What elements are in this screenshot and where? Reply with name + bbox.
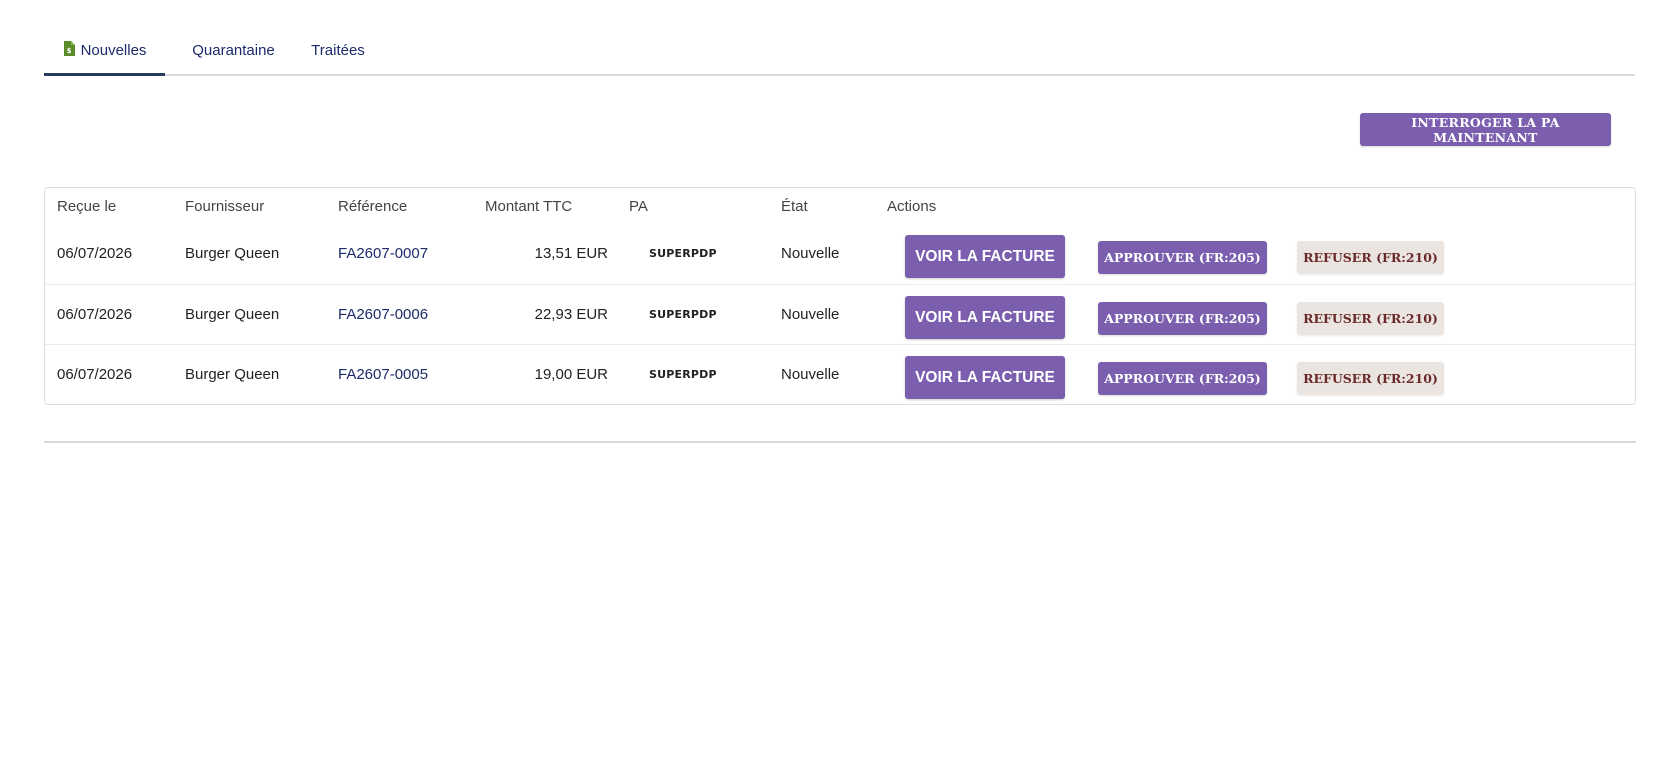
header-received: Reçue le [57,198,117,215]
approve-button[interactable]: APPROUVER (FR:205) [1098,362,1267,395]
invoice-reference-link[interactable]: FA2607-0006 [338,285,428,345]
cell-supplier: Burger Queen [185,366,280,383]
table-row: 06/07/2026 Burger Queen FA2607-0007 13,5… [45,224,1635,284]
header-actions: Actions [887,198,937,215]
header-state: État [781,198,808,215]
section-divider [44,441,1636,443]
refuse-button[interactable]: REFUSER (FR:210) [1297,302,1444,335]
header-pa: PA [629,198,648,215]
tab-label: Quarantaine [192,42,275,59]
header-reference: Référence [338,198,408,215]
header-supplier: Fournisseur [185,198,265,215]
refuse-button[interactable]: REFUSER (FR:210) [1297,362,1444,395]
cell-pa: SUPERPDP [649,368,717,381]
svg-text:$: $ [66,47,71,55]
cell-supplier: Burger Queen [185,306,280,323]
invoice-icon: $ [63,29,75,75]
tab-label: Traitées [311,42,365,59]
refuse-button[interactable]: REFUSER (FR:210) [1297,241,1444,274]
invoice-table: Reçue le Fournisseur Référence Montant T… [44,187,1636,405]
cell-amount: 19,00 EUR [534,366,608,383]
tab-quarantaine[interactable]: Quarantaine [175,28,292,76]
view-invoice-button[interactable]: VOIR LA FACTURE [905,356,1065,399]
cell-state: Nouvelle [781,366,840,383]
cell-date: 06/07/2026 [57,366,133,383]
approve-button[interactable]: APPROUVER (FR:205) [1098,302,1267,335]
tab-nouvelles[interactable]: $ Nouvelles [44,28,165,76]
approve-button[interactable]: APPROUVER (FR:205) [1098,241,1267,274]
view-invoice-button[interactable]: VOIR LA FACTURE [905,296,1065,339]
cell-pa: SUPERPDP [649,247,717,260]
cell-amount: 22,93 EUR [534,306,608,323]
cell-date: 06/07/2026 [57,306,133,323]
poll-pa-now-button[interactable]: INTERROGER LA PA MAINTENANT [1360,113,1611,146]
cell-amount: 13,51 EUR [534,245,608,262]
cell-supplier: Burger Queen [185,245,280,262]
cell-pa: SUPERPDP [649,308,717,321]
invoice-reference-link[interactable]: FA2607-0007 [338,224,428,284]
table-header: Reçue le Fournisseur Référence Montant T… [45,188,1635,228]
table-row: 06/07/2026 Burger Queen FA2607-0006 22,9… [45,284,1635,344]
cell-state: Nouvelle [781,245,840,262]
tab-bar: $ Nouvelles Quarantaine Traitées [44,28,1635,76]
view-invoice-button[interactable]: VOIR LA FACTURE [905,235,1065,278]
cell-state: Nouvelle [781,306,840,323]
cell-date: 06/07/2026 [57,245,133,262]
tab-label: Nouvelles [80,42,147,59]
table-row: 06/07/2026 Burger Queen FA2607-0005 19,0… [45,344,1635,404]
tab-traitees[interactable]: Traitées [298,28,378,76]
header-amount: Montant TTC [485,198,573,215]
invoice-reference-link[interactable]: FA2607-0005 [338,345,428,404]
